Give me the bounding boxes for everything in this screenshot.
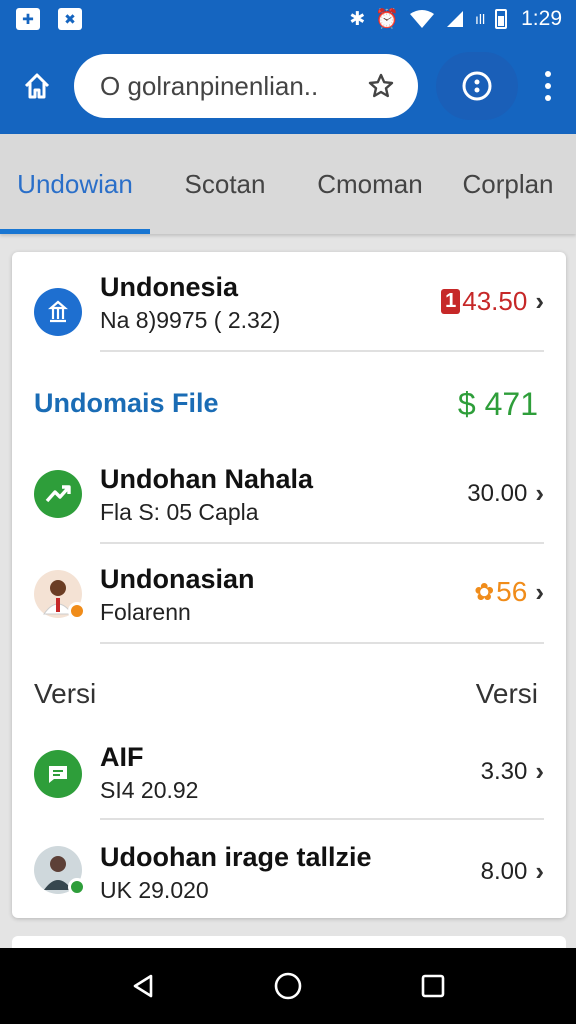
list-item[interactable]: Undonesia Na 8)9975 ( 2.32) 1 43.50 › <box>12 272 566 352</box>
section-header: Versi <box>34 678 97 709</box>
overflow-menu-button[interactable] <box>538 65 558 107</box>
chevron-right-icon: › <box>535 286 544 316</box>
star-icon <box>368 73 394 98</box>
status-bar: ✚ ✖ ✱ ⏰ ıll 1:29 <box>0 0 576 38</box>
list-item-title: Undonasian <box>100 564 255 594</box>
list-item-title: AIF <box>100 742 144 772</box>
trend-up-icon <box>34 470 82 518</box>
battery-icon <box>495 9 508 29</box>
list-item-title: Udoohan irage tallzie <box>100 842 372 872</box>
list-item-subtitle: UK 29.020 <box>100 877 209 903</box>
system-icons: ✱ ⏰ ıll 1:29 <box>349 7 562 31</box>
list-item[interactable]: AIF SI4 20.92 3.30 › <box>12 742 566 822</box>
clock: 1:29 <box>521 7 562 30</box>
list-item[interactable]: Undonasian Folarenn ✿ 56 › <box>12 564 566 644</box>
list-item-value: 43.50 <box>462 286 528 316</box>
avatar-icon <box>34 570 86 620</box>
signal-text: ıll <box>475 11 486 27</box>
divider <box>100 350 544 352</box>
search-bar[interactable]: O golranpinenlian.. <box>74 54 418 118</box>
list-item-subtitle: Fla S: 05 Capla <box>100 499 259 525</box>
chat-icon <box>34 750 82 798</box>
chevron-right-icon: › <box>535 478 544 508</box>
divider <box>100 818 544 820</box>
list-item-title: Undohan Nahala <box>100 464 314 494</box>
wifi-icon <box>410 10 434 28</box>
recents-icon <box>422 974 445 998</box>
cell-signal-icon <box>447 11 463 27</box>
smiley-icon <box>462 71 492 101</box>
list-item-value: 56 <box>496 576 528 607</box>
list-item[interactable]: Undohan Nahala Fla S: 05 Capla 30.00 › <box>12 464 566 544</box>
list-item-title: Undonesia <box>100 272 239 302</box>
tab-bar: Undowian Scotan Cmoman Corplan <box>0 134 576 234</box>
tab-corplan[interactable]: Corplan <box>440 134 576 234</box>
status-dot-icon <box>68 602 86 620</box>
list-card: Undonesia Na 8)9975 ( 2.32) 1 43.50 › Un… <box>12 252 566 918</box>
avatar-icon <box>34 846 86 896</box>
tab-cmoman[interactable]: Cmoman <box>300 134 440 234</box>
home-nav-button[interactable] <box>268 966 308 1006</box>
list-item[interactable]: Udoohan irage tallzie UK 29.020 8.00 › <box>12 842 566 922</box>
notification-icon: ✚ <box>16 8 40 30</box>
flower-icon: ✿ <box>474 578 495 606</box>
app-bar: O golranpinenlian.. <box>0 38 576 134</box>
list-item-value: 8.00 <box>480 857 528 885</box>
bluetooth-icon: ✱ <box>349 8 366 30</box>
home-circle-icon <box>274 972 302 1000</box>
list-item-subtitle: SI4 20.92 <box>100 777 199 803</box>
home-icon <box>24 73 50 99</box>
list-item-subtitle: Folarenn <box>100 599 191 625</box>
dot-icon <box>545 95 551 101</box>
list-item-value: 30.00 <box>467 479 528 507</box>
system-nav-bar <box>0 948 576 1024</box>
dot-icon <box>545 71 551 77</box>
chevron-right-icon: › <box>535 856 544 886</box>
section-header-right: Versi <box>475 678 538 709</box>
alarm-icon: ⏰ <box>375 9 399 30</box>
recents-button[interactable] <box>413 966 453 1006</box>
account-button[interactable] <box>436 52 518 120</box>
divider <box>100 642 544 644</box>
dot-icon <box>545 83 551 89</box>
bookmark-button[interactable] <box>364 69 398 103</box>
notification-icon: ✖ <box>58 8 82 30</box>
chevron-right-icon: › <box>535 576 544 607</box>
divider <box>100 542 544 544</box>
back-icon <box>133 974 152 998</box>
status-dot-icon <box>68 878 86 896</box>
tab-undowian[interactable]: Undowian <box>0 134 150 234</box>
tab-scotan[interactable]: Scotan <box>150 134 300 234</box>
search-input[interactable]: O golranpinenlian.. <box>100 71 364 102</box>
section-header: Undomais File <box>34 388 219 418</box>
list-item-value: 3.30 <box>480 757 528 785</box>
alert-badge: 1 <box>441 289 461 314</box>
home-button[interactable] <box>16 65 58 107</box>
chevron-right-icon: › <box>535 756 544 786</box>
section-total: $ 471 <box>457 386 538 422</box>
notification-icons: ✚ ✖ <box>16 8 82 30</box>
list-item-subtitle: Na 8)9975 ( 2.32) <box>100 307 281 333</box>
landmark-icon <box>34 288 82 336</box>
back-button[interactable] <box>123 966 163 1006</box>
